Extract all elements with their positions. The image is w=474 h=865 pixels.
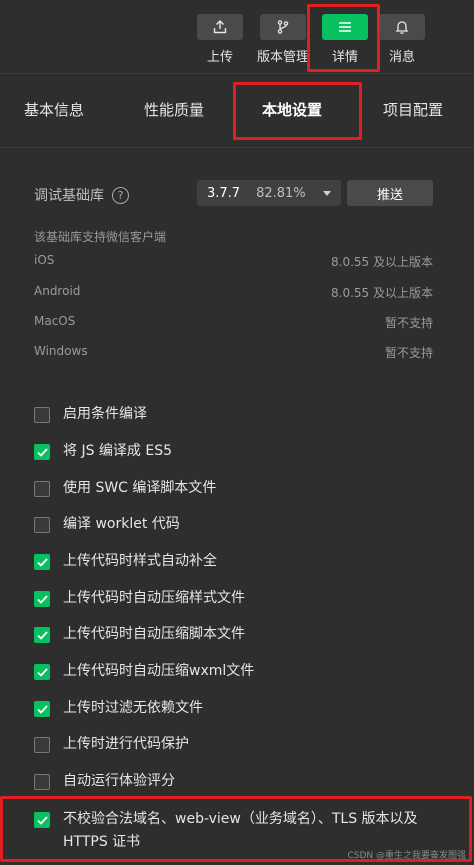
version-management-label: 版本管理: [256, 50, 309, 65]
upload-icon: [197, 14, 243, 40]
settings-tabs: 基本信息 性能质量 本地设置 项目配置: [0, 74, 474, 148]
details-label: 详情: [331, 50, 358, 65]
messages-label: 消息: [388, 50, 415, 65]
details-button[interactable]: 详情: [315, 14, 375, 65]
version-management-button[interactable]: 版本管理: [253, 14, 313, 65]
support-row-android: Android 8.0.55 及以上版本: [34, 284, 433, 301]
watermark: CSDN @重生之我要奋发图强: [347, 851, 466, 861]
option-minify-wxml[interactable]: 上传代码时自动压缩wxml文件: [34, 663, 254, 682]
baselib-version-select[interactable]: 3.7.7 82.81%: [197, 180, 341, 206]
option-label: 上传代码时样式自动补全: [63, 553, 217, 569]
support-platform: Windows: [34, 344, 88, 358]
checkbox[interactable]: [34, 774, 50, 790]
tab-project-config[interactable]: 项目配置: [383, 99, 443, 120]
checkbox[interactable]: [34, 591, 50, 607]
option-label: 上传代码时自动压缩脚本文件: [63, 626, 245, 642]
option-conditional-compile[interactable]: 启用条件编译: [34, 406, 147, 425]
option-label: 上传代码时自动压缩wxml文件: [63, 663, 255, 679]
support-row-ios: iOS 8.0.55 及以上版本: [34, 253, 433, 270]
option-worklet-compile[interactable]: 编译 worklet 代码: [34, 516, 180, 535]
option-swc-compile[interactable]: 使用 SWC 编译脚本文件: [34, 480, 216, 499]
support-row-windows: Windows 暂不支持: [34, 344, 433, 361]
option-auto-experience-score[interactable]: 自动运行体验评分: [34, 773, 175, 792]
option-js-to-es5[interactable]: 将 JS 编译成 ES5: [34, 443, 172, 462]
option-label: 上传时进行代码保护: [63, 736, 189, 752]
option-label: 上传时过滤无依赖文件: [63, 700, 203, 716]
upload-label: 上传: [206, 50, 233, 65]
chevron-down-icon: [323, 190, 331, 196]
option-label: 启用条件编译: [63, 406, 147, 422]
checkbox[interactable]: [34, 701, 50, 717]
top-toolbar: 上传 版本管理 详情 消息: [0, 0, 474, 74]
option-minify-scripts[interactable]: 上传代码时自动压缩脚本文件: [34, 626, 245, 645]
checkbox[interactable]: [34, 444, 50, 460]
option-style-autocomplete[interactable]: 上传代码时样式自动补全: [34, 553, 217, 572]
checkbox[interactable]: [34, 481, 50, 497]
help-icon[interactable]: ?: [112, 186, 129, 204]
checkbox[interactable]: [34, 627, 50, 643]
option-label: 将 JS 编译成 ES5: [63, 443, 173, 459]
option-filter-unused-files[interactable]: 上传时过滤无依赖文件: [34, 700, 203, 719]
checkbox[interactable]: [34, 812, 50, 828]
checkbox[interactable]: [34, 554, 50, 570]
debug-baselib-text: 调试基础库: [34, 188, 104, 204]
menu-icon: [322, 14, 368, 40]
option-label: 自动运行体验评分: [63, 773, 175, 789]
support-value: 暂不支持: [384, 316, 433, 330]
messages-button[interactable]: 消息: [372, 14, 432, 65]
option-label: 使用 SWC 编译脚本文件: [63, 480, 217, 496]
option-label: 编译 worklet 代码: [63, 516, 180, 532]
option-code-protection[interactable]: 上传时进行代码保护: [34, 736, 189, 755]
baselib-version: 3.7.7: [207, 185, 241, 201]
support-caption: 该基础库支持微信客户端: [34, 230, 167, 244]
checkbox[interactable]: [34, 517, 50, 533]
checkbox[interactable]: [34, 407, 50, 423]
branch-icon: [260, 14, 306, 40]
checkbox[interactable]: [34, 664, 50, 680]
support-platform: Android: [34, 284, 81, 298]
support-platform: iOS: [34, 253, 55, 267]
debug-baselib-label: 调试基础库 ?: [34, 185, 129, 205]
push-button[interactable]: 推送: [347, 180, 433, 206]
support-value: 暂不支持: [384, 346, 433, 360]
support-value: 8.0.55 及以上版本: [331, 255, 433, 269]
bell-icon: [379, 14, 425, 40]
support-platform: MacOS: [34, 314, 76, 328]
upload-button[interactable]: 上传: [190, 14, 250, 65]
support-value: 8.0.55 及以上版本: [331, 286, 433, 300]
tab-performance[interactable]: 性能质量: [144, 99, 204, 120]
option-label: 上传代码时自动压缩样式文件: [63, 590, 245, 606]
checkbox[interactable]: [34, 737, 50, 753]
tab-local-settings[interactable]: 本地设置: [262, 99, 322, 120]
option-minify-styles[interactable]: 上传代码时自动压缩样式文件: [34, 590, 245, 609]
baselib-coverage: 82.81%: [256, 185, 306, 201]
support-row-macos: MacOS 暂不支持: [34, 314, 433, 331]
tab-basic-info[interactable]: 基本信息: [24, 99, 84, 120]
